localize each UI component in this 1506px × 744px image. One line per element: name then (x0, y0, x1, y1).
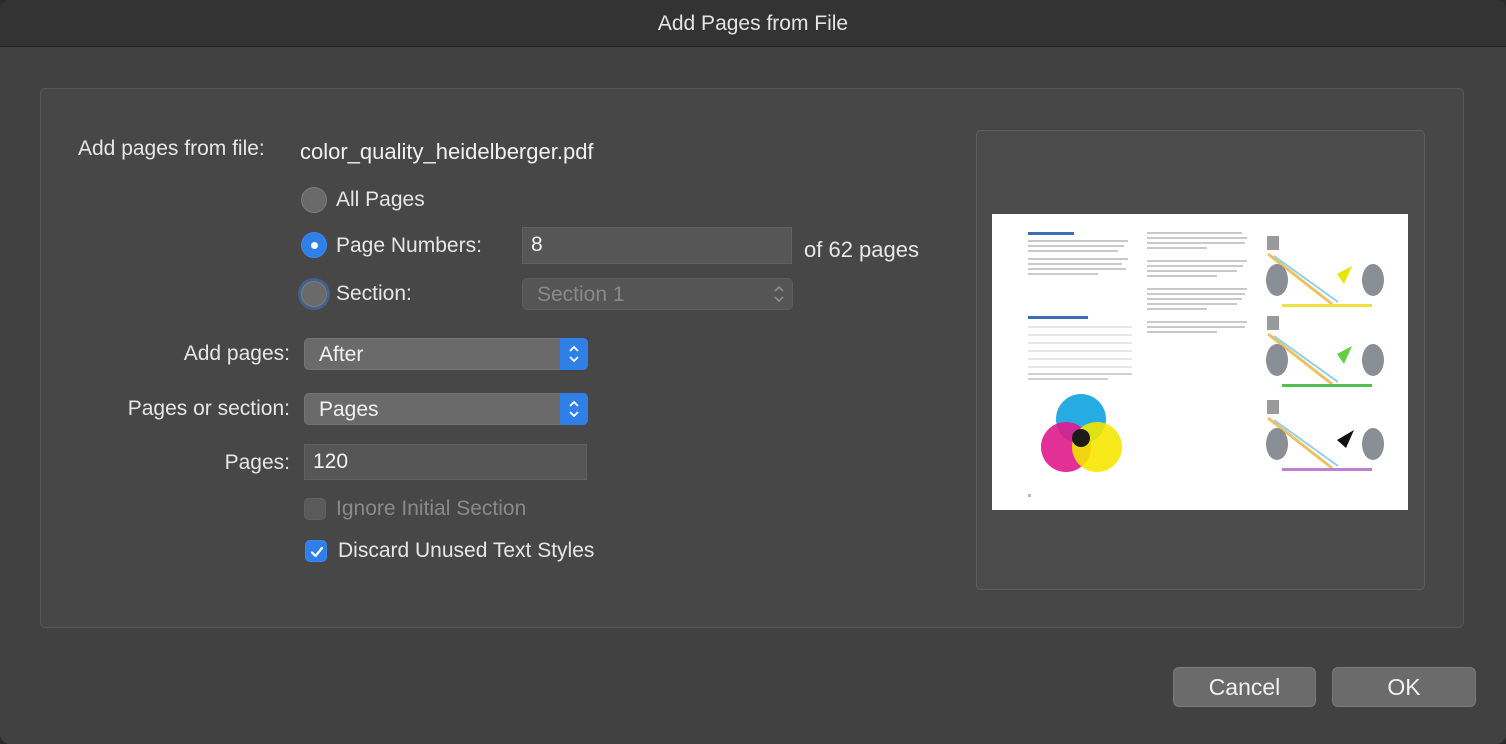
chevron-updown-icon (560, 338, 588, 370)
section-popup-value: Section 1 (537, 283, 625, 306)
page-count-text: of 62 pages (804, 237, 919, 262)
add-pages-dialog: Add Pages from File Add pages from file:… (0, 0, 1506, 744)
window-title: Add Pages from File (657, 12, 849, 35)
pages-label: Pages: (224, 451, 290, 474)
chevron-updown-icon (560, 393, 588, 425)
page-numbers-label[interactable]: Page Numbers: (336, 234, 482, 258)
all-pages-label[interactable]: All Pages (336, 188, 425, 212)
all-pages-radio[interactable] (301, 187, 327, 213)
add-pages-popup-value: After (319, 343, 364, 366)
page-preview-image (1028, 232, 1384, 497)
checkmark-icon (310, 546, 324, 558)
file-label: Add pages from file: (78, 137, 265, 160)
chevron-updown-icon (765, 278, 793, 310)
ignore-initial-section-checkbox[interactable] (304, 498, 326, 520)
file-name: color_quality_heidelberger.pdf (300, 139, 594, 164)
ok-button[interactable]: OK (1332, 667, 1476, 707)
cancel-button[interactable]: Cancel (1173, 667, 1316, 707)
page-numbers-input[interactable]: 8 (522, 227, 792, 264)
section-popup: Section 1 (522, 278, 793, 310)
pages-or-section-popup-value: Pages (319, 398, 379, 421)
discard-unused-text-styles-label[interactable]: Discard Unused Text Styles (338, 539, 594, 563)
ignore-initial-section-label: Ignore Initial Section (336, 497, 527, 520)
add-pages-popup[interactable]: After (304, 338, 588, 370)
pages-input[interactable]: 120 (304, 444, 587, 480)
page-numbers-radio[interactable] (301, 232, 327, 258)
section-label[interactable]: Section: (336, 282, 412, 306)
page-preview-thumbnail (992, 214, 1408, 510)
section-radio[interactable] (301, 281, 327, 307)
pages-or-section-popup[interactable]: Pages (304, 393, 588, 425)
discard-unused-text-styles-checkbox[interactable] (305, 540, 327, 562)
title-bar: Add Pages from File (0, 0, 1506, 47)
add-pages-label: Add pages: (183, 342, 290, 365)
pages-or-section-label: Pages or section: (127, 397, 290, 420)
